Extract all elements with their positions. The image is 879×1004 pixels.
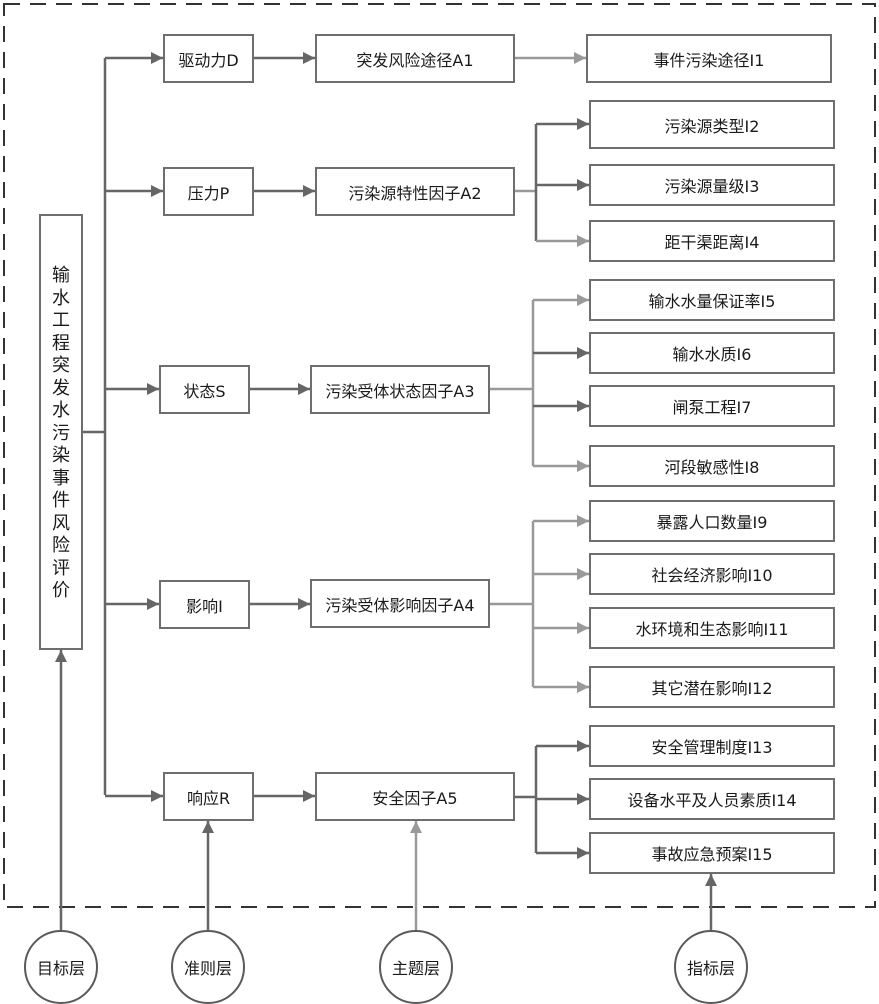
goal-char: 风 <box>52 512 70 534</box>
criterion-node-p: 压力P <box>163 167 254 216</box>
theme-node-a3: 污染受体状态因子A3 <box>310 365 490 414</box>
goal-char: 程 <box>52 332 70 354</box>
indicator-node-i2: 污染源类型I2 <box>589 100 835 149</box>
indicator-node-i15: 事故应急预案I15 <box>589 832 835 874</box>
layer-circle-criteria: 准则层 <box>171 930 245 1004</box>
goal-char: 工 <box>52 310 70 332</box>
goal-char: 件 <box>52 490 70 512</box>
goal-char: 事 <box>52 467 70 489</box>
goal-char: 染 <box>52 445 70 467</box>
goal-char: 突 <box>52 355 70 377</box>
indicator-node-i1: 事件污染途径I1 <box>586 34 832 83</box>
criterion-node-s: 状态S <box>159 365 250 414</box>
theme-node-a1: 突发风险途径A1 <box>315 34 515 83</box>
layer-circle-theme: 主题层 <box>379 930 453 1004</box>
indicator-node-i9: 暴露人口数量I9 <box>589 500 835 542</box>
goal-char: 价 <box>52 580 70 602</box>
indicator-node-i4: 距干渠距离I4 <box>589 220 835 262</box>
criterion-node-r: 响应R <box>163 772 254 821</box>
goal-char: 险 <box>52 535 70 557</box>
risk-evaluation-diagram: 输水工程突发水污染事件风险评价 驱动力D 压力P 状态S 影响I 响应R 突发风… <box>0 0 879 1004</box>
criterion-node-d: 驱动力D <box>163 34 254 83</box>
layer-circle-goal: 目标层 <box>24 930 98 1004</box>
layer-circle-indicator: 指标层 <box>674 930 748 1004</box>
indicator-node-i13: 安全管理制度I13 <box>589 725 835 767</box>
indicator-node-i12: 其它潜在影响I12 <box>589 666 835 708</box>
indicator-node-i3: 污染源量级I3 <box>589 164 835 206</box>
theme-node-a5: 安全因子A5 <box>315 772 515 821</box>
indicator-node-i5: 输水水量保证率I5 <box>589 279 835 321</box>
goal-char: 发 <box>52 377 70 399</box>
indicator-node-i10: 社会经济影响I10 <box>589 553 835 595</box>
indicator-node-i7: 闸泵工程I7 <box>589 385 835 427</box>
goal-char: 污 <box>52 422 70 444</box>
indicator-node-i11: 水环境和生态影响I11 <box>589 607 835 649</box>
goal-char: 水 <box>52 287 70 309</box>
theme-node-a4: 污染受体影响因子A4 <box>310 579 490 628</box>
indicator-node-i8: 河段敏感性I8 <box>589 445 835 487</box>
indicator-node-i6: 输水水质I6 <box>589 332 835 374</box>
indicator-node-i14: 设备水平及人员素质I14 <box>589 778 835 820</box>
goal-char: 水 <box>52 400 70 422</box>
goal-char: 评 <box>52 557 70 579</box>
goal-node: 输水工程突发水污染事件风险评价 <box>39 214 83 650</box>
theme-node-a2: 污染源特性因子A2 <box>315 167 515 216</box>
goal-char: 输 <box>52 265 70 287</box>
criterion-node-i: 影响I <box>159 580 250 629</box>
